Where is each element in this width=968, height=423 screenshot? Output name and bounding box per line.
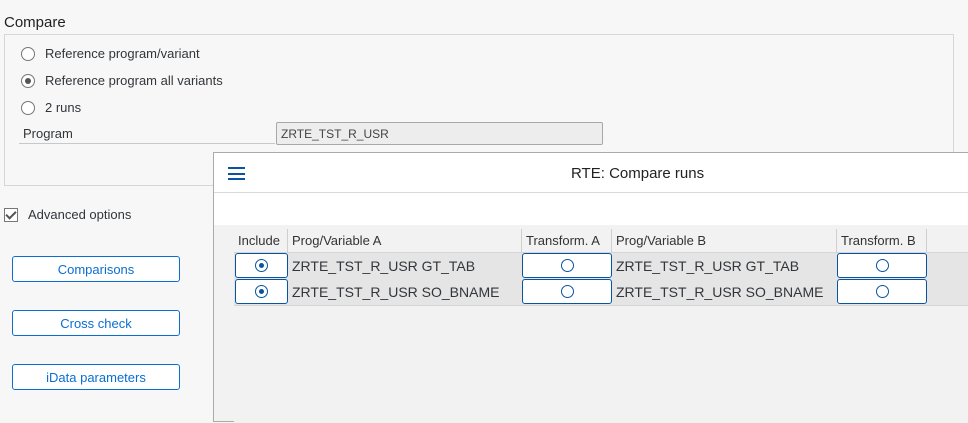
radio-reference-program-variant[interactable]: Reference program/variant [21, 46, 200, 61]
menu-icon[interactable] [228, 167, 245, 180]
transform-b-radio[interactable] [837, 253, 927, 278]
transform-a-radio[interactable] [522, 279, 612, 304]
radio-button[interactable] [21, 73, 35, 88]
transform-b-radio[interactable] [837, 279, 927, 304]
table-row: ZRTE_TST_R_USR GT_TAB ZRTE_TST_R_USR GT_… [234, 253, 968, 280]
prog-variable-a-cell: ZRTE_TST_R_USR GT_TAB [292, 258, 476, 274]
advanced-options-checkbox[interactable]: Advanced options [4, 207, 131, 222]
radio-label: Reference program all variants [45, 73, 223, 88]
column-header-transform-b[interactable]: Transform. B [837, 229, 927, 252]
radio-label: 2 runs [45, 100, 82, 115]
radio-reference-program-all-variants[interactable]: Reference program all variants [21, 73, 223, 88]
radio-label: Reference program/variant [45, 46, 200, 61]
idata-parameters-button[interactable]: iData parameters [12, 364, 180, 390]
column-header-prog-variable-a[interactable]: Prog/Variable A [288, 229, 522, 252]
column-header-prog-variable-b[interactable]: Prog/Variable B [612, 229, 837, 252]
checkbox-label: Advanced options [28, 207, 132, 222]
table-row: ZRTE_TST_R_USR SO_BNAME ZRTE_TST_R_USR S… [234, 279, 968, 306]
prog-variable-b-cell: ZRTE_TST_R_USR GT_TAB [616, 258, 800, 274]
column-header-include[interactable]: Include [234, 229, 288, 252]
compare-runs-dialog: RTE: Compare runs Include Prog/Variable … [213, 152, 968, 423]
program-label: Program [23, 126, 73, 141]
include-radio[interactable] [235, 253, 288, 278]
compare-section-title: Compare [4, 14, 66, 31]
dialog-toolbar-area [214, 193, 968, 225]
column-header-transform-a[interactable]: Transform. A [522, 229, 612, 252]
table-header: Include Prog/Variable A Transform. A Pro… [234, 229, 968, 253]
radio-button[interactable] [21, 46, 35, 61]
transform-a-radio[interactable] [522, 253, 612, 278]
program-input[interactable]: ZRTE_TST_R_USR [276, 122, 603, 145]
cross-check-button[interactable]: Cross check [12, 310, 180, 336]
radio-button[interactable] [21, 100, 35, 115]
comparisons-button[interactable]: Comparisons [12, 256, 180, 282]
prog-variable-a-cell: ZRTE_TST_R_USR SO_BNAME [292, 284, 500, 300]
include-radio[interactable] [235, 279, 288, 304]
dialog-title: RTE: Compare runs [571, 165, 705, 182]
prog-variable-b-cell: ZRTE_TST_R_USR SO_BNAME [616, 284, 824, 300]
dialog-header: RTE: Compare runs [214, 153, 968, 193]
radio-2-runs[interactable]: 2 runs [21, 100, 81, 115]
field-divider [19, 143, 275, 144]
checkbox[interactable] [4, 207, 18, 222]
